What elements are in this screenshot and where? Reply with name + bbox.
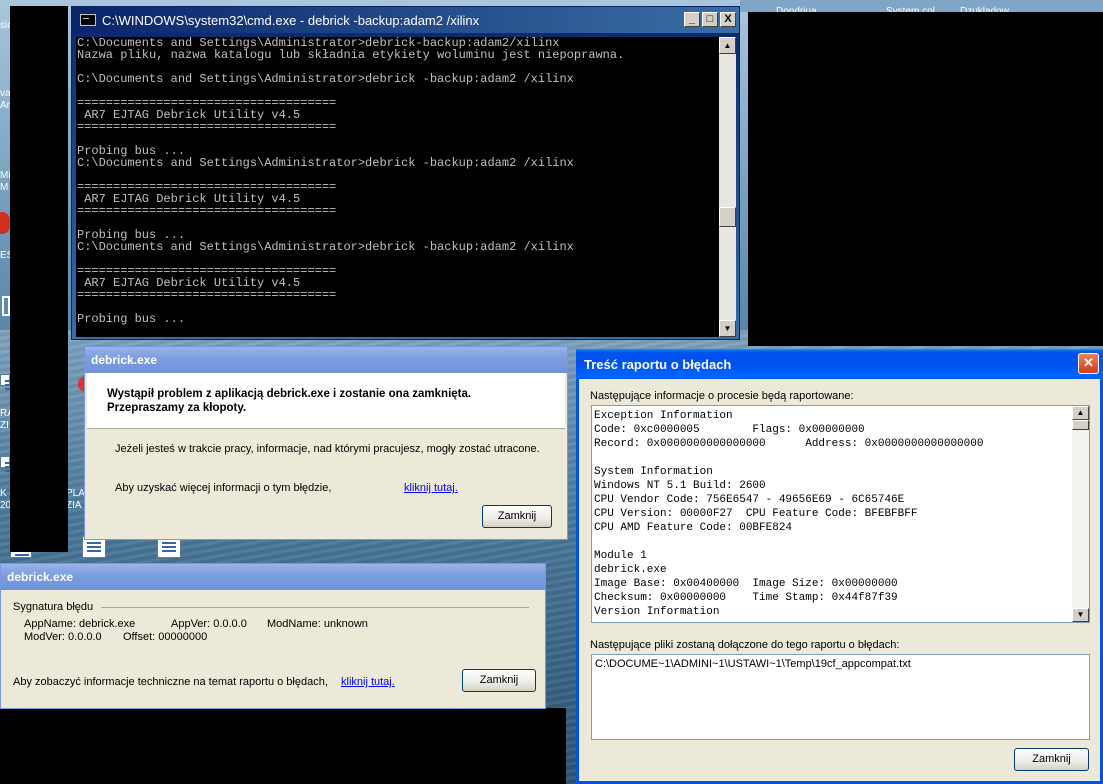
console-line: ==================================== [77,288,337,302]
signature-dialog-title-bar[interactable]: debrick.exe [1,564,545,590]
module-version: ModVer: 0.0.0.0 [24,631,102,643]
desktop-left-label: Mi [0,170,11,181]
crash-dialog-header: Wystąpił problem z aplikacją debrick.exe… [87,373,565,429]
scroll-thumb[interactable] [1072,420,1089,430]
console-line: Probing bus ... [77,312,186,326]
console-line: Nazwa pliku, nazwa katalogu lub składnia… [77,48,625,62]
report-title: Treść raportu o błędach [584,357,732,372]
report-line [592,451,1070,465]
document-icon[interactable] [0,374,19,386]
report-details-textbox[interactable]: Exception Information Code: 0xc0000005 Fl… [591,405,1090,623]
file-path: C:\DOCUME~1\ADMINI~1\USTAWI~1\Temp\19cf_… [595,658,911,670]
desktop-left-label: M [0,182,9,193]
report-line: System Information [594,466,713,478]
minimize-button[interactable]: _ [684,12,700,27]
console-line: C:\Documents and Settings\Administrator>… [77,72,574,86]
report-line: Record: 0x0000000000000000 Address: 0x00… [594,438,984,450]
report-line: CPU Version: 00000F27 CPU Feature Code: … [594,508,918,520]
report-close-button[interactable]: Zamknij [1014,748,1089,771]
crash-close-button[interactable]: Zamknij [482,505,552,528]
files-label: Następujące pliki zostaną dołączone do t… [590,639,900,651]
report-line: CPU AMD Feature Code: 00BFE824 [594,522,793,534]
redaction-block [748,12,1103,346]
desktop-icon-red[interactable] [0,212,10,234]
report-line: Exception Information [594,410,733,422]
report-text: Exception Information Code: 0xc0000005 Fl… [592,409,1070,619]
cmd-title: C:\WINDOWS\system32\cmd.exe - debrick -b… [102,13,480,28]
console-icon [80,14,96,26]
error-report-window[interactable]: Treść raportu o błędach ✕ Następujące in… [576,349,1103,784]
signature-close-button[interactable]: Zamknij [462,669,536,692]
signature-dialog-title: debrick.exe [7,570,74,584]
report-line: Checksum: 0x00000000 Time Stamp: 0x44f87… [594,592,898,604]
report-line: Image Base: 0x00400000 Image Size: 0x000… [594,578,898,590]
desktop-left-label: Ar [0,100,10,111]
offset: Offset: 00000000 [123,631,208,643]
scroll-up-arrow-icon[interactable]: ▲ [719,37,736,54]
report-title-bar[interactable]: Treść raportu o błędach ✕ [576,349,1103,379]
document-icon[interactable] [0,456,19,468]
close-button[interactable]: X [720,12,736,27]
desktop-icon-frame[interactable] [2,296,10,316]
desktop-left-label: ZIA [66,500,82,511]
scroll-down-arrow-icon[interactable]: ▼ [719,320,736,337]
app-name: AppName: debrick.exe [24,618,136,630]
redaction-block [0,708,566,784]
redaction-block [10,6,68,552]
signature-dialog[interactable]: debrick.exe Sygnatura błędu AppName: deb… [0,563,546,709]
crash-dialog[interactable]: debrick.exe Wystąpił problem z aplikacją… [84,346,568,540]
more-info-link[interactable]: kliknij tutaj. [404,482,458,494]
scroll-thumb[interactable] [719,207,736,227]
report-line: CPU Vendor Code: 756E6547 - 49656E69 - 6… [594,494,905,506]
signature-group-label: Sygnatura błędu [13,601,94,613]
console-line: C:\Documents and Settings\Administrator>… [77,240,574,254]
report-intro: Następujące informacje o procesie będą r… [590,390,854,402]
console-line: C:\Documents and Settings\Administrator>… [77,156,574,170]
desktop-left-label: K [0,488,7,499]
desktop-left-label: ZI [0,420,9,431]
files-textbox[interactable]: C:\DOCUME~1\ADMINI~1\USTAWI~1\Temp\19cf_… [591,654,1090,740]
tech-info-link[interactable]: kliknij tutaj. [341,676,395,688]
crash-headline: Wystąpił problem z aplikacją debrick.exe… [107,388,472,414]
group-divider [101,607,529,608]
tech-info-text: Aby zobaczyć informacje techniczne na te… [13,676,328,688]
report-line: Module 1 [594,550,647,562]
scroll-down-arrow-icon[interactable]: ▼ [1072,608,1089,622]
module-name: ModName: unknown [267,618,368,630]
scroll-up-arrow-icon[interactable]: ▲ [1072,406,1089,420]
cmd-window[interactable]: C:\WINDOWS\system32\cmd.exe - debrick -b… [71,6,740,340]
report-scrollbar[interactable]: ▲ ▼ [1072,406,1089,622]
report-line: Windows NT 5.1 Build: 2600 [594,480,766,492]
cmd-title-bar[interactable]: C:\WINDOWS\system32\cmd.exe - debrick -b… [72,7,739,33]
console-output[interactable]: C:\Documents and Settings\Administrator>… [76,37,719,337]
close-icon[interactable]: ✕ [1078,353,1099,374]
maximize-button[interactable]: □ [702,12,718,27]
more-info-text: Aby uzyskać więcej informacji o tym błęd… [115,482,332,494]
desktop-left-label: va [0,88,11,99]
cmd-scrollbar[interactable]: ▲ ▼ [719,37,736,337]
report-line: Code: 0xc0000005 Flags: 0x00000000 [594,424,865,436]
crash-dialog-title: debrick.exe [91,353,158,367]
report-line [592,535,1070,549]
crash-body-text: Jeżeli jesteś w trakcie pracy, informacj… [115,443,540,455]
app-version: AppVer: 0.0.0.0 [171,618,247,630]
console-line: ==================================== [77,204,337,218]
report-line: debrick.exe [594,564,667,576]
crash-dialog-title-bar[interactable]: debrick.exe [85,347,567,373]
desktop-left-label: PLA [66,488,85,499]
report-line: Version Information [594,606,720,618]
console-line: ==================================== [77,120,337,134]
